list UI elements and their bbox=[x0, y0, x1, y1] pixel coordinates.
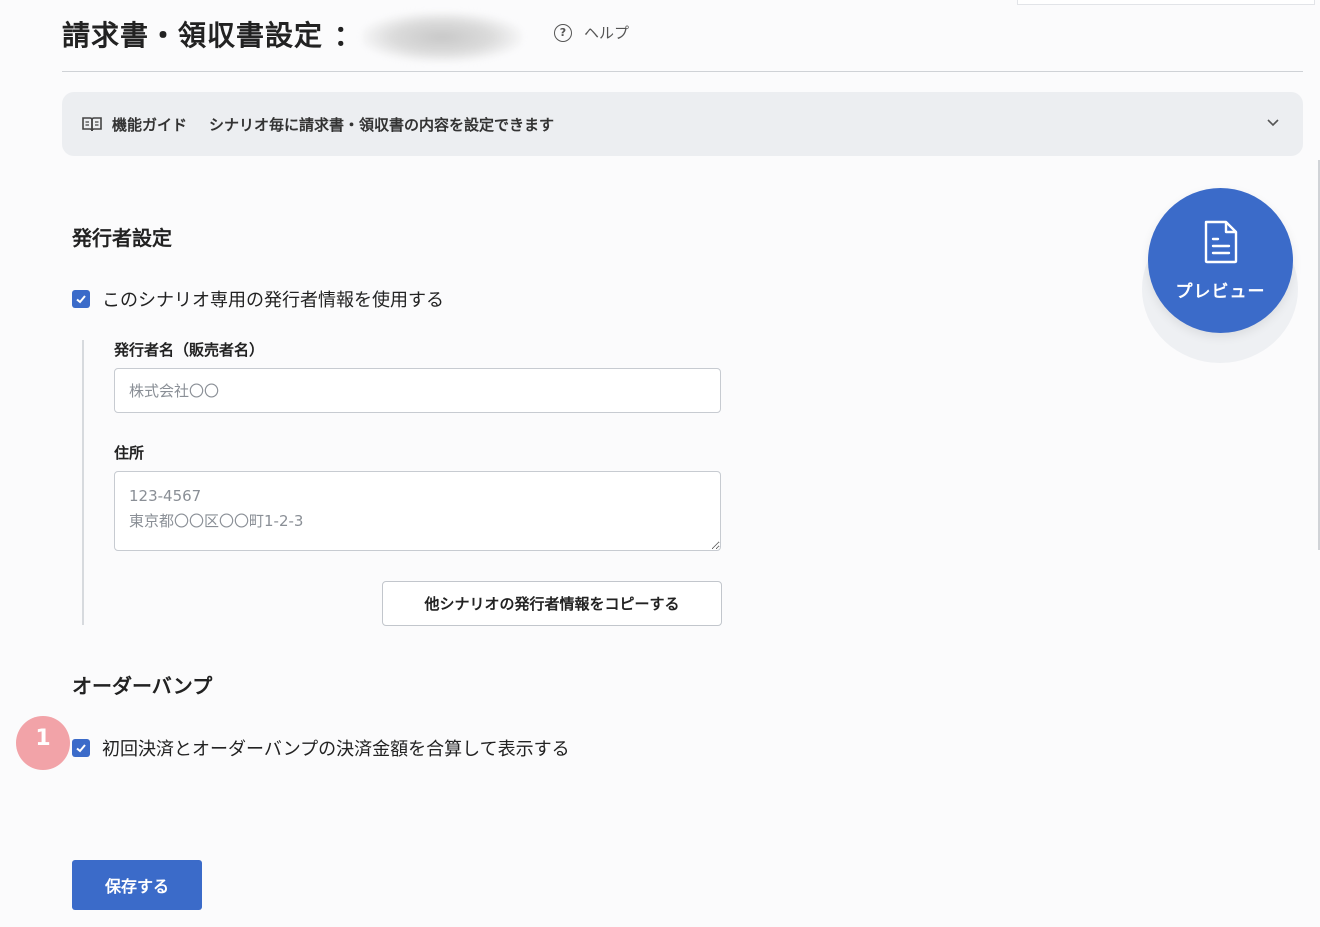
use-own-issuer-checkbox[interactable] bbox=[72, 290, 90, 308]
guide-text: シナリオ毎に請求書・領収書の内容を設定できます bbox=[209, 115, 555, 134]
issuer-section-title: 発行者設定 bbox=[72, 226, 172, 250]
address-label: 住所 bbox=[114, 444, 145, 462]
issuer-name-input[interactable] bbox=[114, 368, 721, 413]
address-textarea[interactable] bbox=[114, 471, 721, 551]
combine-amount-checkbox[interactable] bbox=[72, 739, 90, 757]
order-bump-section-title: オーダーバンプ bbox=[72, 674, 213, 698]
preview-button[interactable]: プレビュー bbox=[1148, 188, 1293, 333]
combine-amount-label: 初回決済とオーダーバンプの決済金額を合算して表示する bbox=[102, 739, 570, 760]
page: 請求書・領収書設定 ： ? ヘルプ 機能ガイド シナリオ毎に請求書・領収書の内容… bbox=[0, 0, 1320, 927]
use-own-issuer-checkbox-row[interactable]: このシナリオ専用の発行者情報を使用する bbox=[72, 286, 444, 312]
step-badge: 1 bbox=[16, 716, 70, 770]
title-divider bbox=[62, 71, 1303, 72]
feature-guide-accordion[interactable]: 機能ガイド シナリオ毎に請求書・領収書の内容を設定できます bbox=[62, 92, 1303, 156]
help-link[interactable]: ? ヘルプ bbox=[554, 22, 629, 43]
indent-line bbox=[82, 340, 84, 625]
page-title: 請求書・領収書設定 ： bbox=[62, 19, 363, 52]
combine-amount-checkbox-row[interactable]: 初回決済とオーダーバンプの決済金額を合算して表示する bbox=[72, 735, 570, 761]
help-label: ヘルプ bbox=[584, 24, 630, 42]
save-button[interactable]: 保存する bbox=[72, 860, 202, 910]
chevron-down-icon[interactable] bbox=[1265, 114, 1281, 130]
document-icon bbox=[1202, 219, 1240, 269]
copy-issuer-button[interactable]: 他シナリオの発行者情報をコピーする bbox=[382, 581, 722, 626]
use-own-issuer-label: このシナリオ専用の発行者情報を使用する bbox=[102, 290, 444, 311]
book-open-icon bbox=[82, 115, 102, 133]
guide-label: 機能ガイド bbox=[112, 115, 188, 134]
redacted-scenario-name bbox=[362, 12, 522, 62]
issuer-name-label: 発行者名（販売者名） bbox=[114, 341, 265, 359]
preview-label: プレビュー bbox=[1175, 282, 1266, 302]
question-circle-icon: ? bbox=[554, 23, 572, 42]
top-right-box bbox=[1017, 0, 1315, 5]
